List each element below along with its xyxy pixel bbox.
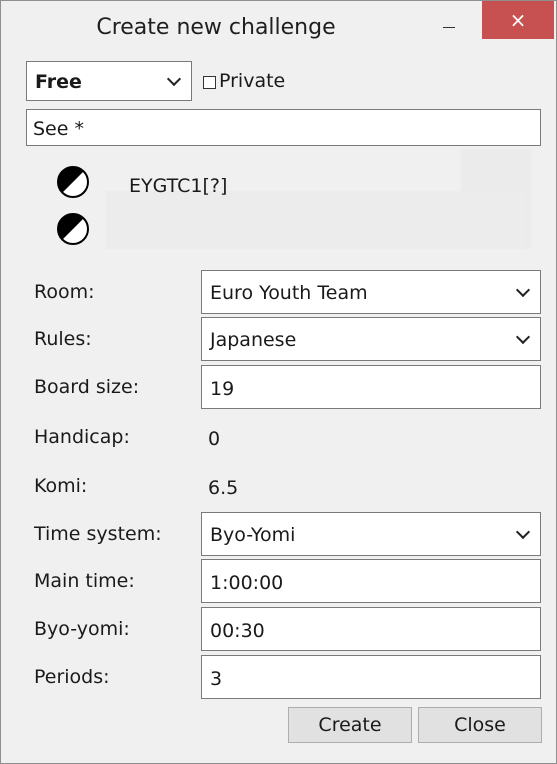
komi-label: Komi: bbox=[34, 475, 88, 497]
challenge-type-select[interactable]: Free bbox=[26, 61, 192, 101]
description-input[interactable]: See * bbox=[26, 109, 541, 146]
board-size-label: Board size: bbox=[34, 376, 140, 398]
black-white-stone-icon bbox=[57, 166, 89, 198]
title-bar[interactable]: Create new challenge × bbox=[1, 1, 556, 55]
close-window-button[interactable]: × bbox=[482, 1, 554, 39]
byo-yomi-value: 00:30 bbox=[210, 620, 265, 642]
rules-label: Rules: bbox=[34, 328, 92, 350]
board-size-input[interactable]: 19 bbox=[201, 365, 541, 409]
handicap-value: 0 bbox=[208, 428, 221, 450]
main-time-value: 1:00:00 bbox=[210, 572, 284, 594]
byo-yomi-input[interactable]: 00:30 bbox=[201, 607, 541, 651]
players-panel-lower bbox=[106, 191, 526, 249]
rules-value: Japanese bbox=[210, 329, 297, 351]
description-value: See * bbox=[33, 118, 84, 140]
challenge-type-value: Free bbox=[35, 71, 82, 93]
time-system-select[interactable]: Byo-Yomi bbox=[201, 512, 541, 556]
room-value: Euro Youth Team bbox=[210, 282, 368, 304]
periods-value: 3 bbox=[210, 668, 223, 690]
room-label: Room: bbox=[34, 281, 95, 303]
window-title: Create new challenge bbox=[96, 15, 336, 40]
board-size-value: 19 bbox=[210, 378, 235, 400]
chevron-down-icon bbox=[515, 524, 531, 540]
periods-label: Periods: bbox=[34, 666, 110, 688]
rules-select[interactable]: Japanese bbox=[201, 317, 541, 361]
chevron-down-icon bbox=[515, 282, 531, 298]
main-time-label: Main time: bbox=[34, 570, 135, 592]
komi-value: 6.5 bbox=[208, 477, 239, 499]
chevron-down-icon bbox=[515, 329, 531, 345]
main-time-input[interactable]: 1:00:00 bbox=[201, 559, 541, 603]
private-checkbox[interactable] bbox=[203, 76, 216, 89]
dialog-window: Create new challenge × Free Private See … bbox=[0, 0, 557, 764]
room-select[interactable]: Euro Youth Team bbox=[201, 270, 541, 314]
close-button[interactable]: Close bbox=[418, 707, 542, 743]
minimize-button[interactable] bbox=[426, 1, 472, 39]
time-system-value: Byo-Yomi bbox=[210, 524, 296, 546]
black-white-stone-icon bbox=[57, 213, 89, 245]
create-button[interactable]: Create bbox=[288, 707, 412, 743]
private-label[interactable]: Private bbox=[219, 70, 285, 92]
byo-yomi-label: Byo-yomi: bbox=[34, 618, 130, 640]
time-system-label: Time system: bbox=[34, 523, 162, 545]
chevron-down-icon bbox=[166, 71, 182, 87]
periods-input[interactable]: 3 bbox=[201, 655, 541, 699]
player-name: EYGTC1[?] bbox=[129, 175, 228, 197]
handicap-label: Handicap: bbox=[34, 426, 130, 448]
